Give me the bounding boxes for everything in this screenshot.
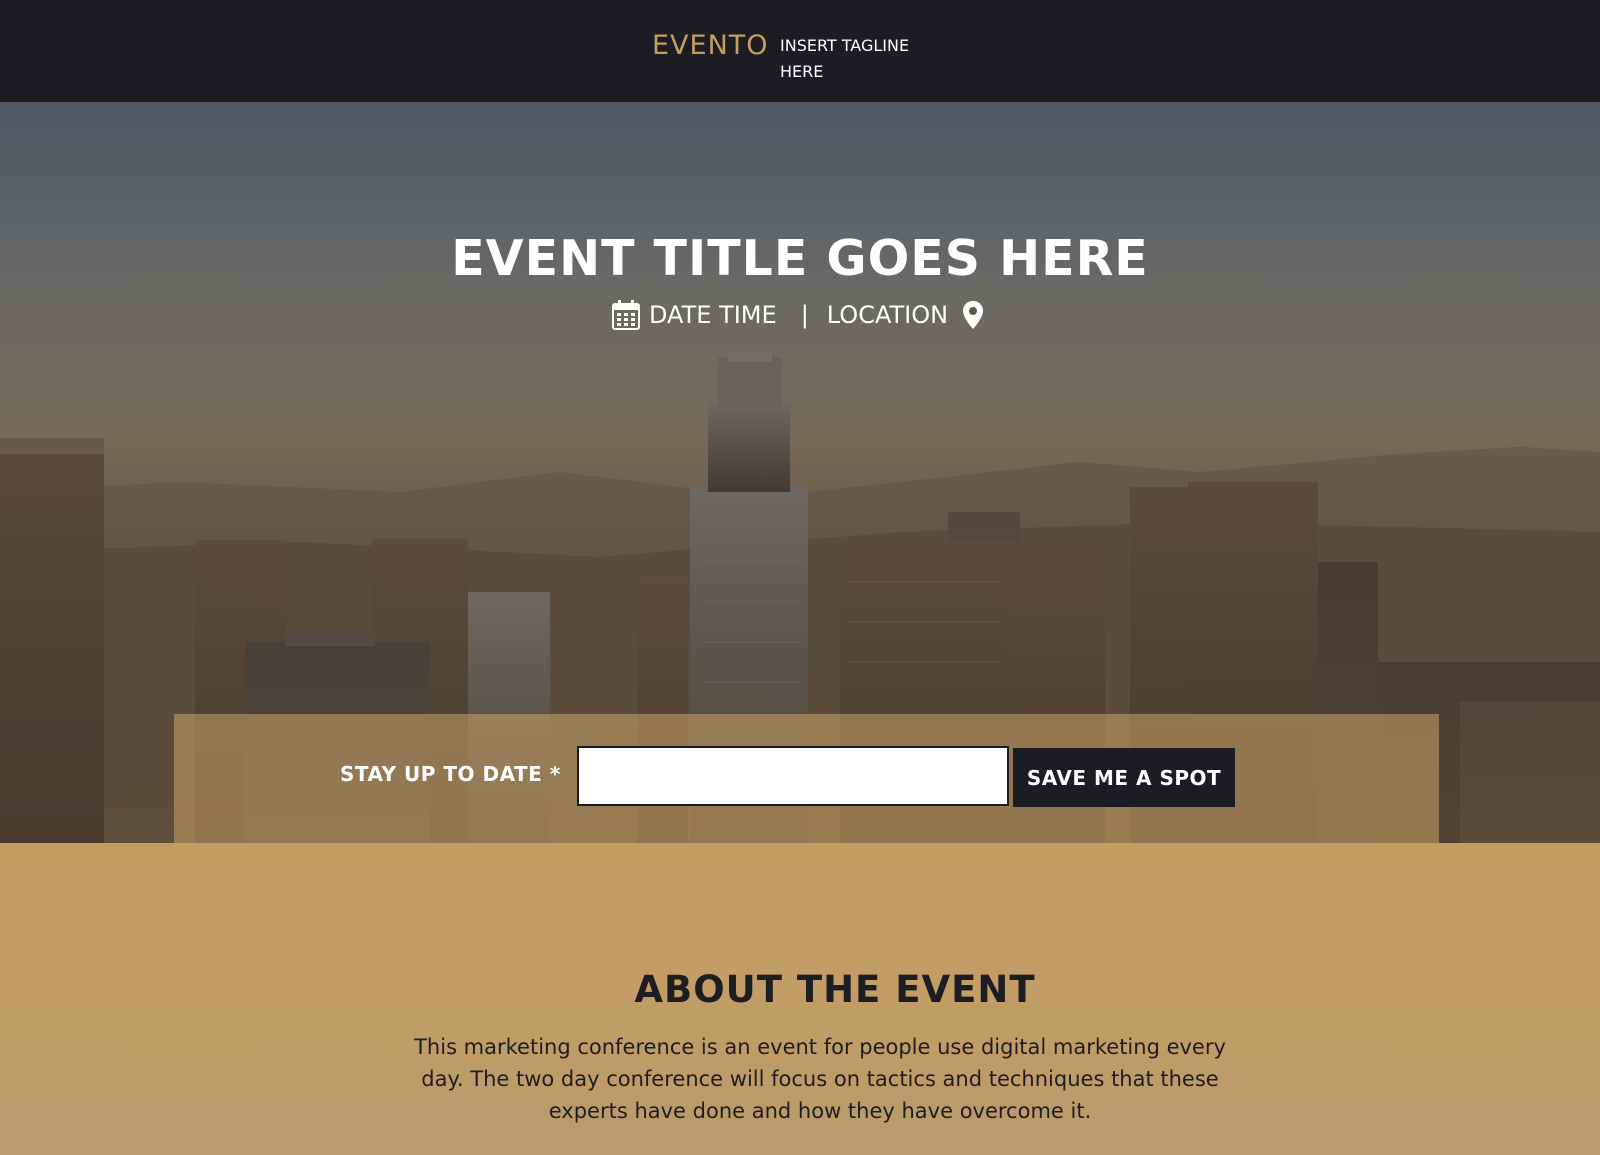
about-title: ABOUT THE EVENT (634, 968, 1036, 1011)
event-title: EVENT TITLE GOES HERE (451, 230, 1149, 287)
meta-separator: | (800, 301, 809, 329)
hero-section: EVENT TITLE GOES HERE DATE TIME | LOCATI… (0, 102, 1600, 843)
event-meta: DATE TIME | LOCATION (612, 298, 984, 332)
top-header: EVENTO INSERT TAGLINE HERE (0, 0, 1600, 102)
calendar-icon (612, 300, 640, 330)
event-date-time: DATE TIME (649, 301, 777, 329)
signup-bar: STAY UP TO DATE * SAVE ME A SPOT (174, 714, 1439, 843)
brand-tagline: INSERT TAGLINE HERE (780, 36, 910, 81)
map-pin-icon (963, 301, 984, 329)
about-section: ABOUT THE EVENT This marketing conferenc… (0, 843, 1600, 1155)
about-description: This marketing conference is an event fo… (414, 1035, 1226, 1123)
email-input[interactable] (577, 746, 1009, 806)
save-me-a-spot-button[interactable]: SAVE ME A SPOT (1013, 748, 1235, 807)
brand-logo[interactable]: EVENTO (652, 28, 769, 64)
event-location: LOCATION (826, 301, 949, 329)
signup-label: STAY UP TO DATE * (340, 762, 561, 786)
